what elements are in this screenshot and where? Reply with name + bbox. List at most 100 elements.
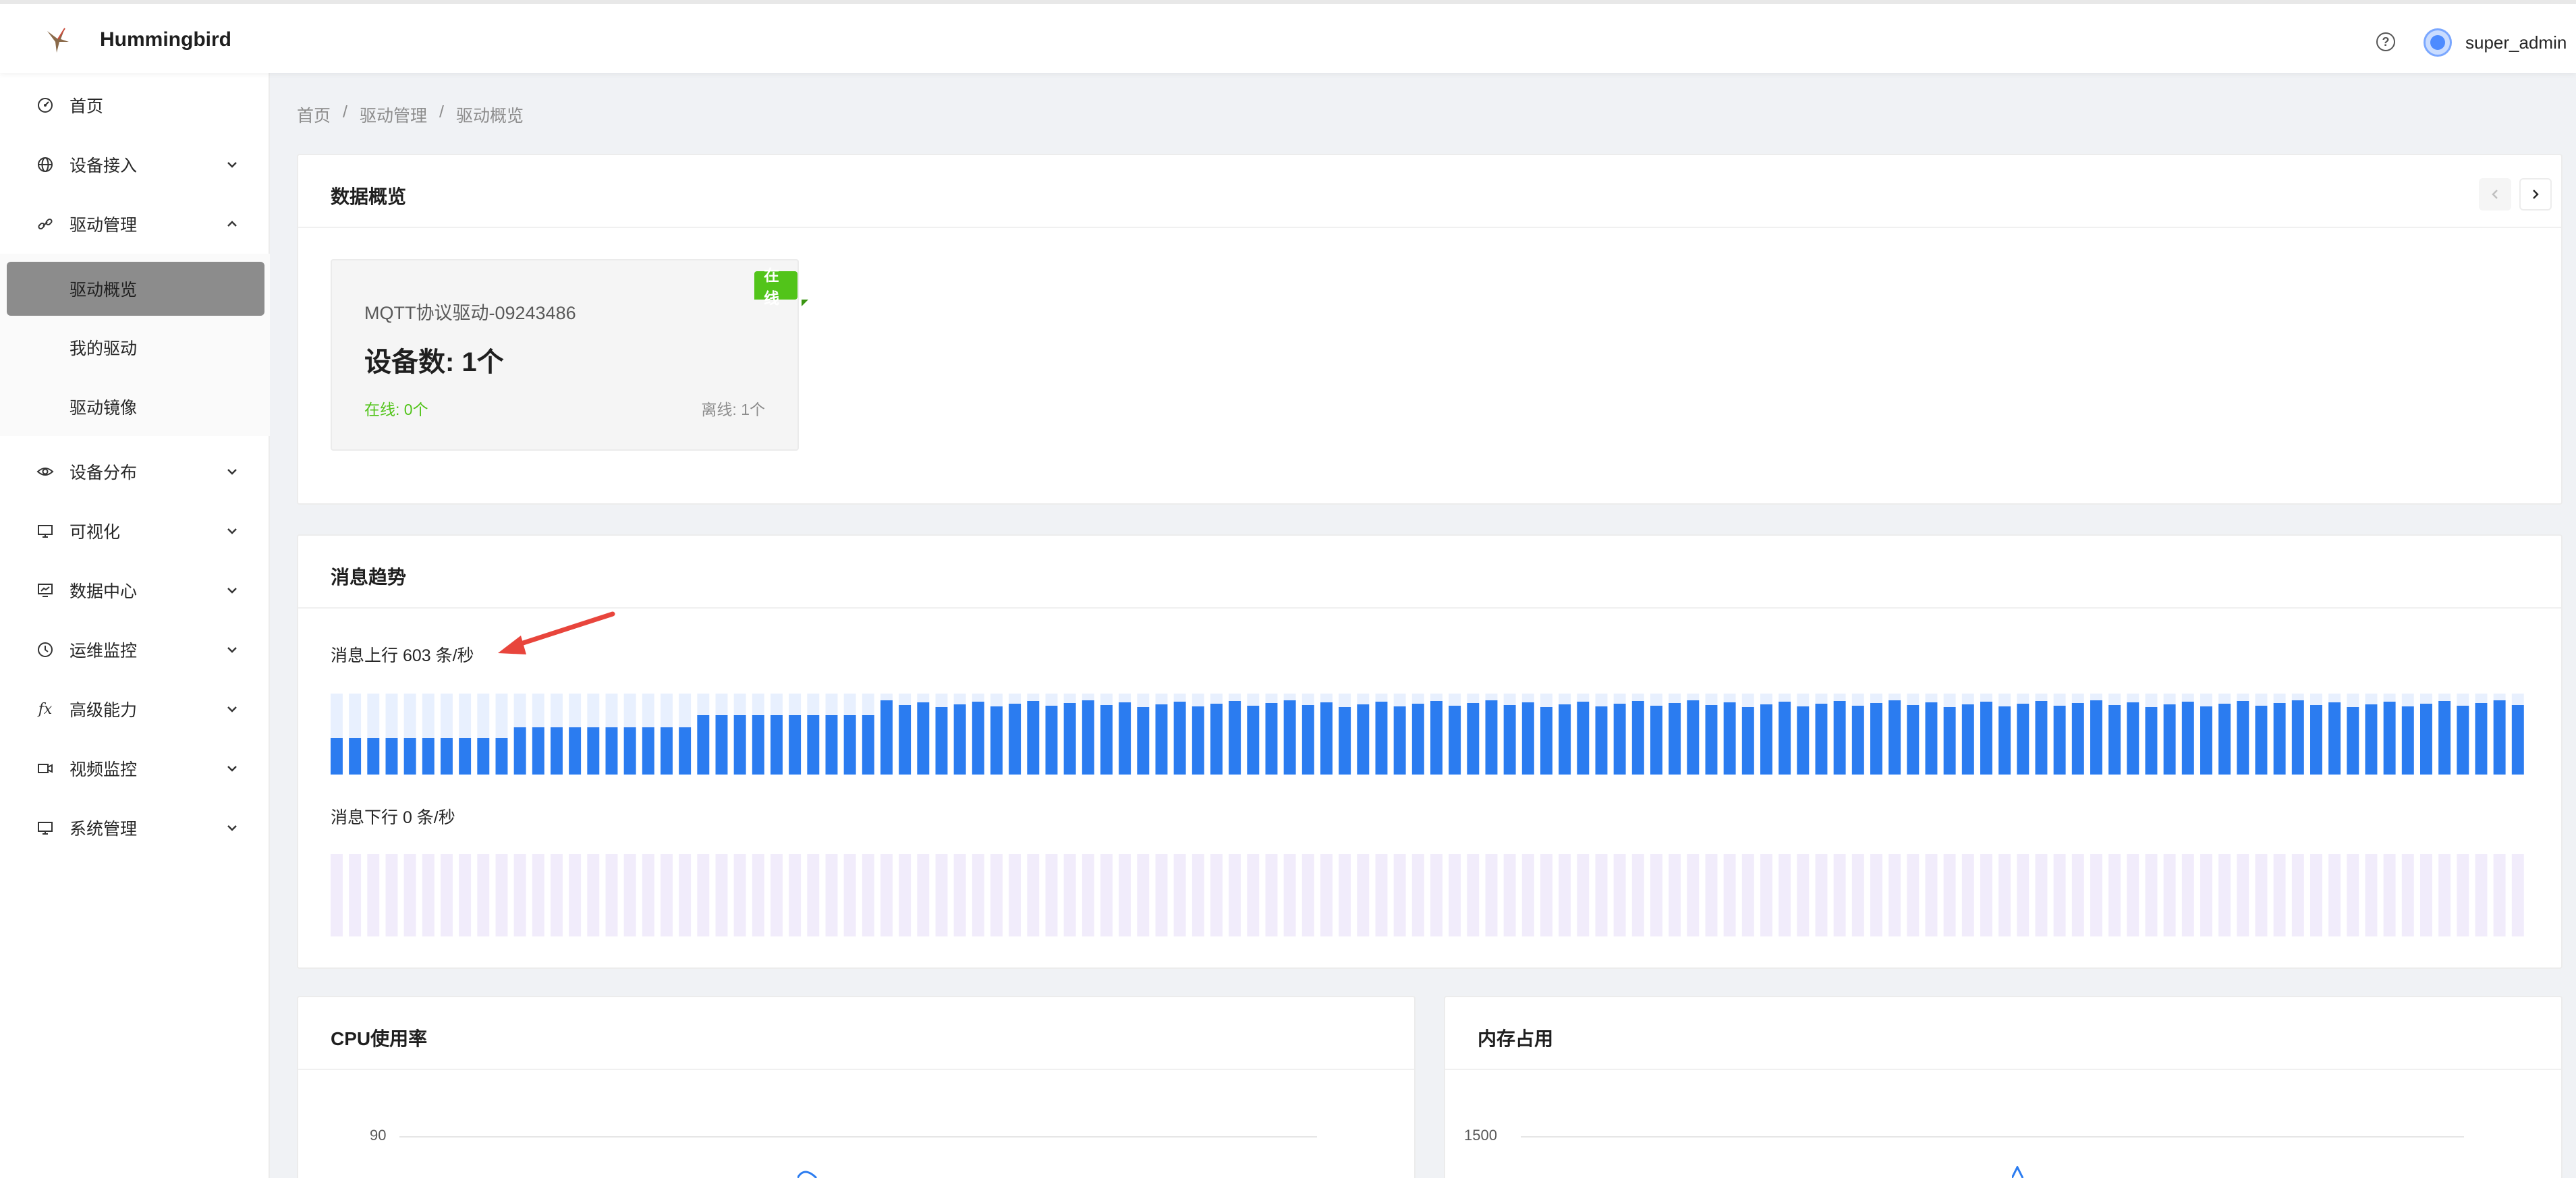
down-bar-bg — [1998, 854, 2011, 936]
avatar[interactable] — [2424, 28, 2452, 57]
down-bar-bg — [697, 854, 710, 936]
down-bar-bg — [661, 854, 673, 936]
clock-icon — [38, 642, 53, 657]
down-bar-bg — [1687, 854, 1700, 936]
message-down-label: 消息下行 0 条/秒 — [331, 808, 455, 827]
sidebar-item-system-management[interactable]: 系统管理 — [0, 801, 270, 855]
next-page-button[interactable] — [2519, 178, 2552, 211]
up-bar — [1229, 701, 1241, 775]
down-bar-bg — [532, 854, 544, 936]
up-bar — [2328, 702, 2341, 775]
down-bar-bg — [1009, 854, 1021, 936]
down-bar-bg — [2053, 854, 2066, 936]
up-bar — [2365, 704, 2378, 775]
down-bar-bg — [2090, 854, 2102, 936]
up-bar — [551, 727, 563, 775]
down-bar-bg — [1797, 854, 1810, 936]
down-bar-bg — [331, 854, 343, 936]
up-bar — [679, 727, 692, 775]
down-bar-bg — [917, 854, 930, 936]
sidebar-item-device-distribution[interactable]: 设备分布 — [0, 445, 270, 499]
down-bar-bg — [1961, 854, 1974, 936]
down-bar-bg — [2457, 854, 2469, 936]
down-bar-bg — [1669, 854, 1681, 936]
chevron-left-icon — [2492, 190, 2498, 199]
question-circle-icon[interactable]: ? — [2376, 32, 2395, 51]
up-bar — [2071, 703, 2084, 775]
up-bar — [917, 702, 930, 775]
chevron-down-icon — [227, 162, 237, 168]
card-header: 数据概览 — [298, 155, 2561, 228]
down-bar-bg — [1925, 854, 1938, 936]
sidebar-item-advanced[interactable]: fx 高级能力 — [0, 682, 270, 736]
down-bar-bg — [2255, 854, 2268, 936]
down-bar-bg — [1247, 854, 1260, 936]
sidebar-item-driver-management[interactable]: 驱动管理 — [0, 197, 270, 251]
up-bar — [789, 715, 802, 775]
chevron-down-icon — [227, 706, 237, 712]
breadcrumb-driver-management[interactable]: 驱动管理 — [360, 103, 427, 127]
desktop-icon — [38, 822, 53, 835]
down-bar-bg — [642, 854, 654, 936]
up-bar — [2127, 702, 2139, 775]
up-bar — [2035, 701, 2048, 775]
up-bar — [2511, 705, 2524, 775]
down-bar-bg — [1723, 854, 1736, 936]
prev-page-button[interactable] — [2479, 178, 2511, 211]
y-tick-label: 90 — [370, 1127, 387, 1144]
down-bar-bg — [2347, 854, 2359, 936]
up-bar — [1559, 704, 1571, 775]
sidebar-subitem-my-drivers[interactable]: 我的驱动 — [0, 320, 270, 374]
down-bar-bg — [1870, 854, 1882, 936]
up-bar — [1301, 705, 1314, 775]
down-bar-bg — [2310, 854, 2322, 936]
sidebar-item-home[interactable]: 首页 — [0, 78, 270, 132]
sidebar-item-device-access[interactable]: 设备接入 — [0, 138, 270, 192]
driver-card[interactable]: MQTT协议驱动-09243486 设备数: 1个 在线: 0个 离线: 1个 … — [331, 259, 808, 451]
up-bar — [1705, 705, 1718, 775]
up-bar — [733, 715, 746, 775]
username[interactable]: super_admin — [2465, 32, 2567, 53]
sidebar-item-data-center[interactable]: 数据中心 — [0, 563, 270, 617]
down-bar-bg — [1741, 854, 1754, 936]
down-bar-bg — [953, 854, 966, 936]
up-bar — [1137, 707, 1150, 775]
up-bar — [1577, 702, 1590, 775]
sidebar-item-visualization[interactable]: 可视化 — [0, 504, 270, 558]
down-bar-bg — [385, 854, 398, 936]
breadcrumb-home[interactable]: 首页 — [297, 103, 331, 127]
sidebar-item-label: 设备分布 — [69, 464, 138, 482]
sidebar-subitem-label: 驱动概览 — [69, 281, 138, 300]
chevron-down-icon — [227, 647, 237, 653]
down-bar-bg — [1540, 854, 1552, 936]
grid-line — [1521, 1136, 2464, 1138]
card-header: 消息趋势 — [298, 536, 2561, 609]
sidebar-item-video-monitoring[interactable]: 视频监控 — [0, 741, 270, 795]
down-bar-bg — [1705, 854, 1718, 936]
sidebar-item-label: 视频监控 — [69, 760, 138, 779]
down-bar-bg — [2145, 854, 2158, 936]
up-bar — [2200, 706, 2212, 775]
up-bar — [1155, 704, 1168, 775]
sidebar-item-label: 首页 — [69, 97, 104, 116]
up-bar — [2383, 702, 2396, 775]
down-bar-bg — [1082, 854, 1094, 936]
sidebar-item-ops-monitoring[interactable]: 运维监控 — [0, 623, 270, 677]
up-bar — [807, 715, 820, 775]
up-bar — [825, 715, 838, 775]
up-bar — [697, 715, 710, 775]
down-bar-bg — [972, 854, 984, 936]
memory-line-fragment — [2012, 1166, 2024, 1178]
up-bar — [2255, 706, 2268, 775]
up-bar — [1210, 704, 1223, 775]
annotation-arrow-icon — [498, 611, 615, 654]
up-bar — [385, 738, 398, 775]
sidebar-subitem-driver-overview[interactable]: 驱动概览 — [7, 262, 264, 316]
sidebar-subitem-driver-images[interactable]: 驱动镜像 — [0, 380, 270, 434]
up-bar — [1888, 700, 1901, 775]
down-bar-bg — [1375, 854, 1388, 936]
breadcrumb-separator: / — [439, 103, 444, 121]
down-bar-bg — [1210, 854, 1223, 936]
up-bar — [1082, 700, 1094, 775]
card-title: 数据概览 — [331, 186, 407, 207]
